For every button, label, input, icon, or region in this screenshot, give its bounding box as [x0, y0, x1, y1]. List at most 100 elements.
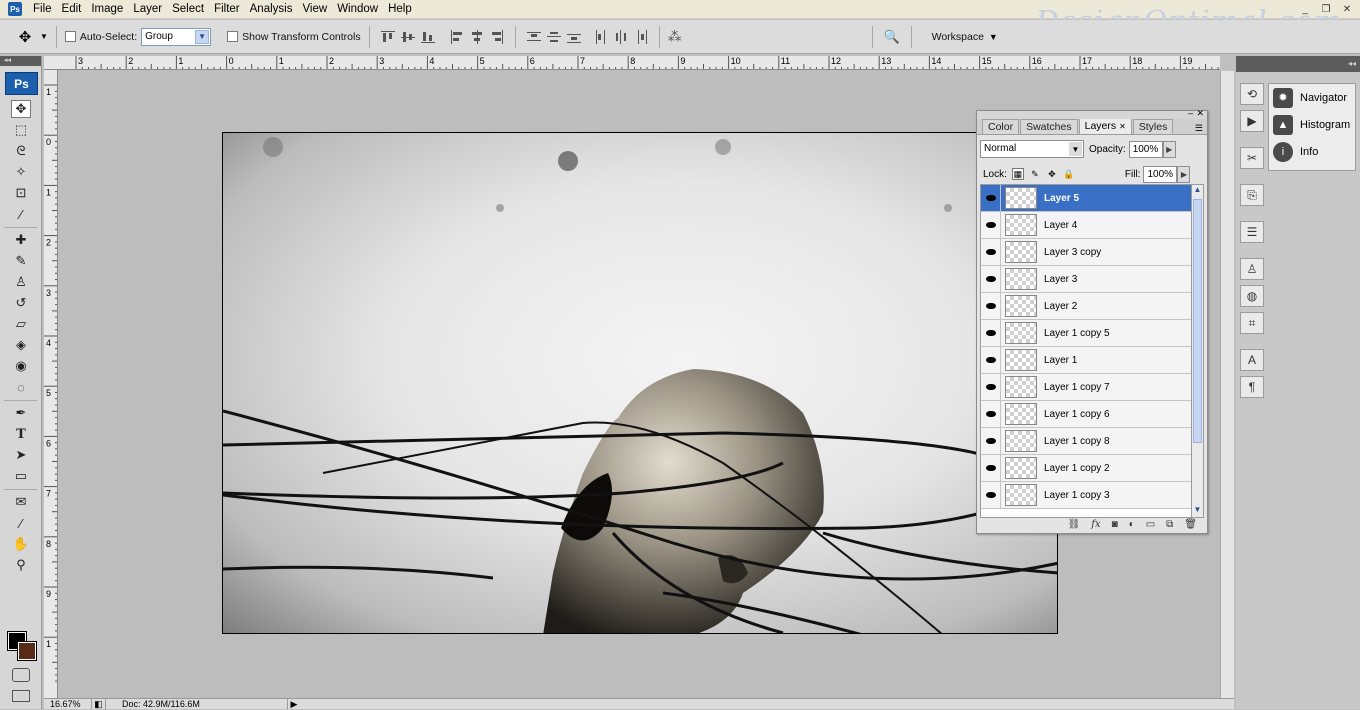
menu-select[interactable]: Select — [167, 0, 209, 19]
dodge-tool-icon[interactable]: ◌ — [11, 378, 31, 396]
zoom-tool-icon[interactable]: ⚲ — [11, 556, 31, 574]
brush-tool-icon[interactable]: ✎ — [11, 252, 31, 270]
paths-icon[interactable]: ⌗ — [1240, 312, 1264, 334]
trash-icon[interactable]: 🗑 — [1184, 519, 1197, 530]
shape-tool-icon[interactable]: ▭ — [11, 467, 31, 485]
distribute-bottom-icon[interactable] — [566, 30, 581, 44]
layer-row[interactable]: Layer 1 — [981, 346, 1191, 374]
visibility-eye-icon[interactable] — [981, 265, 1001, 293]
move-tool-icon[interactable]: ✥ — [11, 100, 31, 118]
adjustment-layer-icon[interactable]: ◐ — [1129, 519, 1135, 530]
lasso-tool-icon[interactable]: ᘓ — [11, 142, 31, 160]
fill-slider-arrow[interactable]: ▶ — [1177, 165, 1191, 183]
link-layers-icon[interactable]: ⛓ — [1068, 519, 1081, 530]
close-button[interactable]: ✕ — [1338, 2, 1356, 16]
lock-pixels-icon[interactable]: ✎ — [1029, 168, 1041, 180]
layer-row[interactable]: Layer 3 — [981, 265, 1191, 293]
histogram-panel-button[interactable]: ▲ Histogram — [1269, 111, 1355, 138]
distribute-top-icon[interactable] — [526, 30, 541, 44]
tab-swatches[interactable]: Swatches — [1020, 119, 1078, 134]
auto-select-dropdown[interactable]: Group ▼ — [141, 27, 212, 46]
layer-comps-icon[interactable]: ☰ — [1240, 221, 1264, 243]
notes-tool-icon[interactable]: ✉ — [11, 493, 31, 511]
history-icon[interactable]: ⟲ — [1240, 83, 1264, 105]
clone-source-icon[interactable]: ♙ — [1240, 258, 1264, 280]
layer-list-scrollbar[interactable]: ▲ ▼ — [1191, 184, 1204, 518]
toolbox-header[interactable]: ◂◂ — [0, 56, 41, 66]
info-panel-button[interactable]: i Info — [1269, 138, 1355, 165]
paragraph-icon[interactable]: ¶ — [1240, 376, 1264, 398]
layer-row[interactable]: Layer 1 copy 3 — [981, 481, 1191, 509]
status-menu-icon[interactable]: ◧ — [92, 698, 106, 710]
tool-presets-icon[interactable]: ✂ — [1240, 147, 1264, 169]
visibility-eye-icon[interactable] — [981, 211, 1001, 239]
menu-window[interactable]: Window — [332, 0, 383, 19]
add-mask-icon[interactable]: ◙ — [1112, 519, 1118, 530]
lock-all-icon[interactable]: 🔒 — [1063, 168, 1075, 180]
paint-bucket-tool-icon[interactable]: ◈ — [11, 336, 31, 354]
close-tab-icon[interactable]: ✕ — [1119, 122, 1126, 131]
menu-view[interactable]: View — [297, 0, 332, 19]
clone-stamp-tool-icon[interactable]: ♙ — [11, 273, 31, 291]
path-selection-tool-icon[interactable]: ➤ — [11, 446, 31, 464]
color-sampler-tool-icon[interactable]: ⁄ — [11, 514, 31, 532]
type-tool-icon[interactable]: T — [11, 425, 31, 443]
fill-field[interactable]: 100% — [1143, 165, 1178, 183]
distribute-horizontal-icon[interactable] — [614, 29, 628, 44]
align-top-icon[interactable] — [380, 30, 395, 44]
pen-tool-icon[interactable]: ✒ — [11, 404, 31, 422]
lock-position-icon[interactable]: ✥ — [1046, 168, 1058, 180]
fx-icon[interactable]: fx — [1091, 519, 1100, 530]
close-panel-icon[interactable]: ✕ — [1196, 108, 1204, 119]
scroll-up-icon[interactable]: ▲ — [1192, 185, 1203, 197]
align-bottom-icon[interactable] — [420, 30, 435, 44]
minimize-panel-icon[interactable]: – — [1188, 108, 1193, 118]
tab-styles[interactable]: Styles — [1132, 119, 1174, 134]
visibility-eye-icon[interactable] — [981, 238, 1001, 266]
menu-help[interactable]: Help — [383, 0, 417, 19]
panel-titlebar[interactable]: – ✕ — [977, 108, 1207, 119]
visibility-eye-icon[interactable] — [981, 454, 1001, 482]
character-icon[interactable]: A — [1240, 349, 1264, 371]
align-horizontal-center-icon[interactable] — [470, 29, 484, 44]
align-left-icon[interactable] — [450, 29, 464, 44]
visibility-eye-icon[interactable] — [981, 346, 1001, 374]
layer-row[interactable]: Layer 4 — [981, 211, 1191, 239]
visibility-eye-icon[interactable] — [981, 481, 1001, 509]
scroll-thumb[interactable] — [1193, 199, 1202, 443]
lock-transparency-icon[interactable]: ▦ — [1011, 168, 1024, 180]
document-canvas[interactable] — [222, 132, 1058, 634]
visibility-eye-icon[interactable] — [981, 400, 1001, 428]
panel-menu-icon[interactable]: ☰ — [1195, 123, 1203, 134]
quick-mask-icon[interactable] — [12, 668, 30, 682]
opacity-slider-arrow[interactable]: ▶ — [1162, 140, 1176, 158]
new-group-icon[interactable]: ▭ — [1146, 519, 1155, 530]
layer-row[interactable]: Layer 1 copy 5 — [981, 319, 1191, 347]
history-brush-tool-icon[interactable]: ↺ — [11, 294, 31, 312]
new-layer-icon[interactable]: ⧉ — [1166, 519, 1173, 530]
photoshop-logo[interactable]: Ps — [5, 72, 38, 95]
eraser-tool-icon[interactable]: ▱ — [11, 315, 31, 333]
tab-layers[interactable]: Layers ✕ — [1078, 118, 1132, 134]
crop-tool-icon[interactable]: ⊡ — [11, 184, 31, 202]
actions-icon[interactable]: ▶ — [1240, 110, 1264, 132]
healing-brush-tool-icon[interactable]: ✚ — [11, 231, 31, 249]
layer-row[interactable]: Layer 1 copy 7 — [981, 373, 1191, 401]
chevron-down-icon[interactable]: ▼ — [989, 32, 998, 42]
menu-analysis[interactable]: Analysis — [245, 0, 298, 19]
tab-color[interactable]: Color — [982, 119, 1020, 134]
visibility-eye-icon[interactable] — [981, 427, 1001, 455]
blend-mode-select[interactable]: Normal ▼ — [980, 140, 1084, 158]
distribute-left-icon[interactable] — [594, 29, 608, 44]
restore-button[interactable]: ❐ — [1317, 2, 1335, 16]
status-arrow-icon[interactable]: ▶ — [288, 699, 300, 710]
align-right-icon[interactable] — [490, 29, 504, 44]
zoom-level[interactable]: 16.67% — [44, 699, 92, 709]
minimize-button[interactable]: _ — [1296, 2, 1314, 16]
menu-image[interactable]: Image — [86, 0, 128, 19]
layer-row[interactable]: Layer 2 — [981, 292, 1191, 320]
menu-file[interactable]: File — [28, 0, 57, 19]
blur-tool-icon[interactable]: ◉ — [11, 357, 31, 375]
visibility-eye-icon[interactable] — [981, 185, 1001, 212]
canvas-vertical-scrollbar[interactable] — [1220, 71, 1234, 698]
